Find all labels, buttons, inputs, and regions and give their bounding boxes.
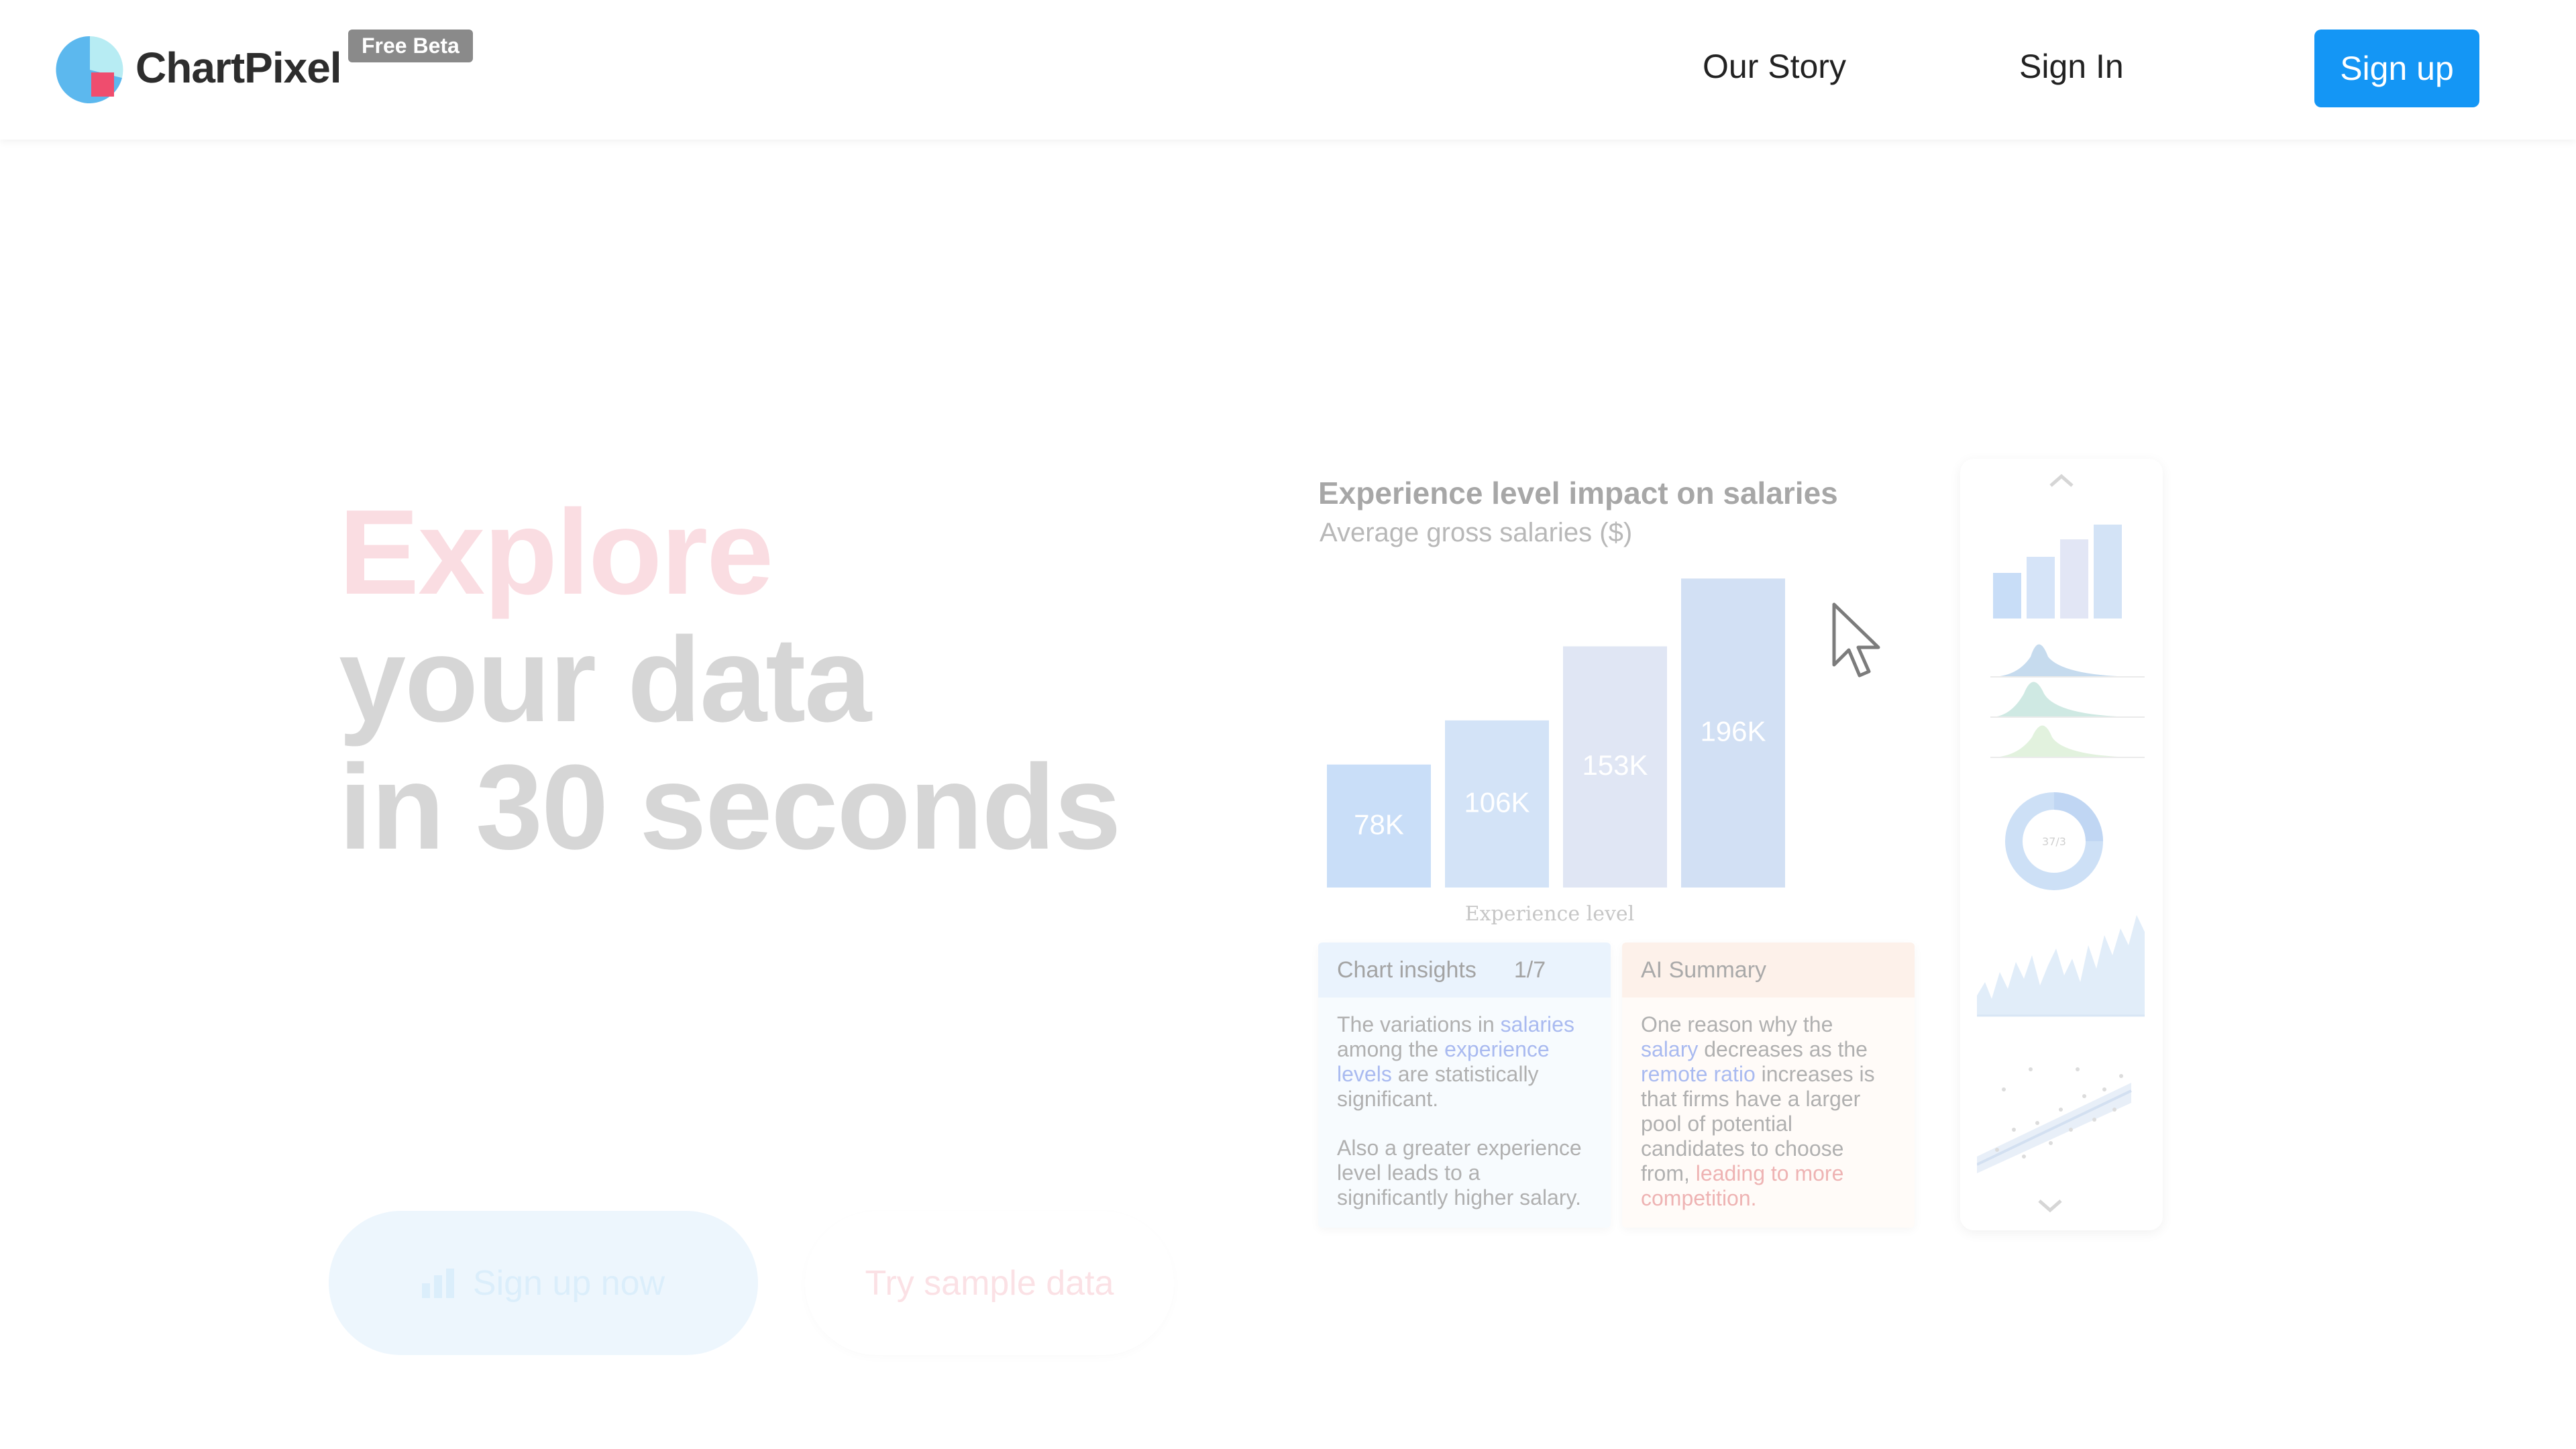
- chevron-down-icon[interactable]: [2037, 1198, 2063, 1214]
- hero-headline-line-3: in 30 seconds: [339, 740, 1121, 875]
- insights-paragraph-2: Also a greater experience level leads to…: [1337, 1136, 1582, 1210]
- bar-chart-icon: [421, 1268, 454, 1298]
- sign-up-button[interactable]: Sign up: [2314, 30, 2479, 107]
- chart-title: Experience level impact on salaries: [1318, 476, 1838, 511]
- nav-our-story-link[interactable]: Our Story: [1703, 47, 1846, 86]
- insights-page-counter[interactable]: 1/7: [1514, 957, 1546, 983]
- chevron-up-icon[interactable]: [2048, 472, 2075, 488]
- insights-paragraph-1: The variations in salaries among the exp…: [1337, 1012, 1574, 1111]
- bar-value-label: 106K: [1464, 786, 1529, 818]
- ai-summary-header: AI Summary: [1622, 943, 1915, 998]
- try-sample-data-button[interactable]: Try sample data: [805, 1211, 1174, 1355]
- chartpixel-logo-icon[interactable]: [52, 32, 127, 107]
- nav-sign-in-link[interactable]: Sign In: [2019, 47, 2124, 86]
- top-navbar: ChartPixel Free Beta Our Story Sign In S…: [0, 0, 2576, 140]
- chart-insights-title: Chart insights: [1337, 957, 1477, 983]
- hero-headline-line-1: Explore: [339, 485, 773, 620]
- hero-headline-line-2: your data: [339, 612, 871, 747]
- bar-value-label: 78K: [1354, 808, 1404, 840]
- sign-up-now-button[interactable]: Sign up now: [329, 1211, 758, 1355]
- chart-subtitle: Average gross salaries ($): [1320, 518, 1633, 547]
- bar-chart-thumbnail-icon[interactable]: [1990, 519, 2131, 620]
- ai-summary-card: AI Summary One reason why the salary dec…: [1622, 943, 1915, 1228]
- brand-name[interactable]: ChartPixel: [136, 43, 342, 93]
- donut-chart-thumbnail-icon[interactable]: 37/3: [2000, 788, 2108, 895]
- donut-center-label: 37/3: [2042, 835, 2066, 848]
- mouse-pointer-icon: [1832, 602, 1880, 678]
- ai-summary-text: One reason why the salary decreases as t…: [1641, 1012, 1875, 1210]
- free-beta-badge: Free Beta: [348, 30, 473, 62]
- chart-insights-header: Chart insights 1/7: [1318, 943, 1611, 998]
- x-axis-label: Experience level: [1465, 902, 1635, 926]
- ridgeline-chart-thumbnail-icon[interactable]: [1990, 627, 2145, 767]
- sign-up-now-label: Sign up now: [472, 1263, 665, 1303]
- bar-value-label: 153K: [1582, 749, 1648, 781]
- bar-value-label: 196K: [1700, 716, 1766, 747]
- scatter-chart-thumbnail-icon[interactable]: [1977, 1049, 2145, 1177]
- chart-type-panel: 37/3: [1960, 459, 2163, 1230]
- area-chart-thumbnail-icon[interactable]: [1977, 908, 2145, 1022]
- salary-bar-chart: Experience level 78K 106K 153K 196K: [1327, 578, 1785, 926]
- chart-insights-card: Chart insights 1/7 The variations in sal…: [1318, 943, 1611, 1228]
